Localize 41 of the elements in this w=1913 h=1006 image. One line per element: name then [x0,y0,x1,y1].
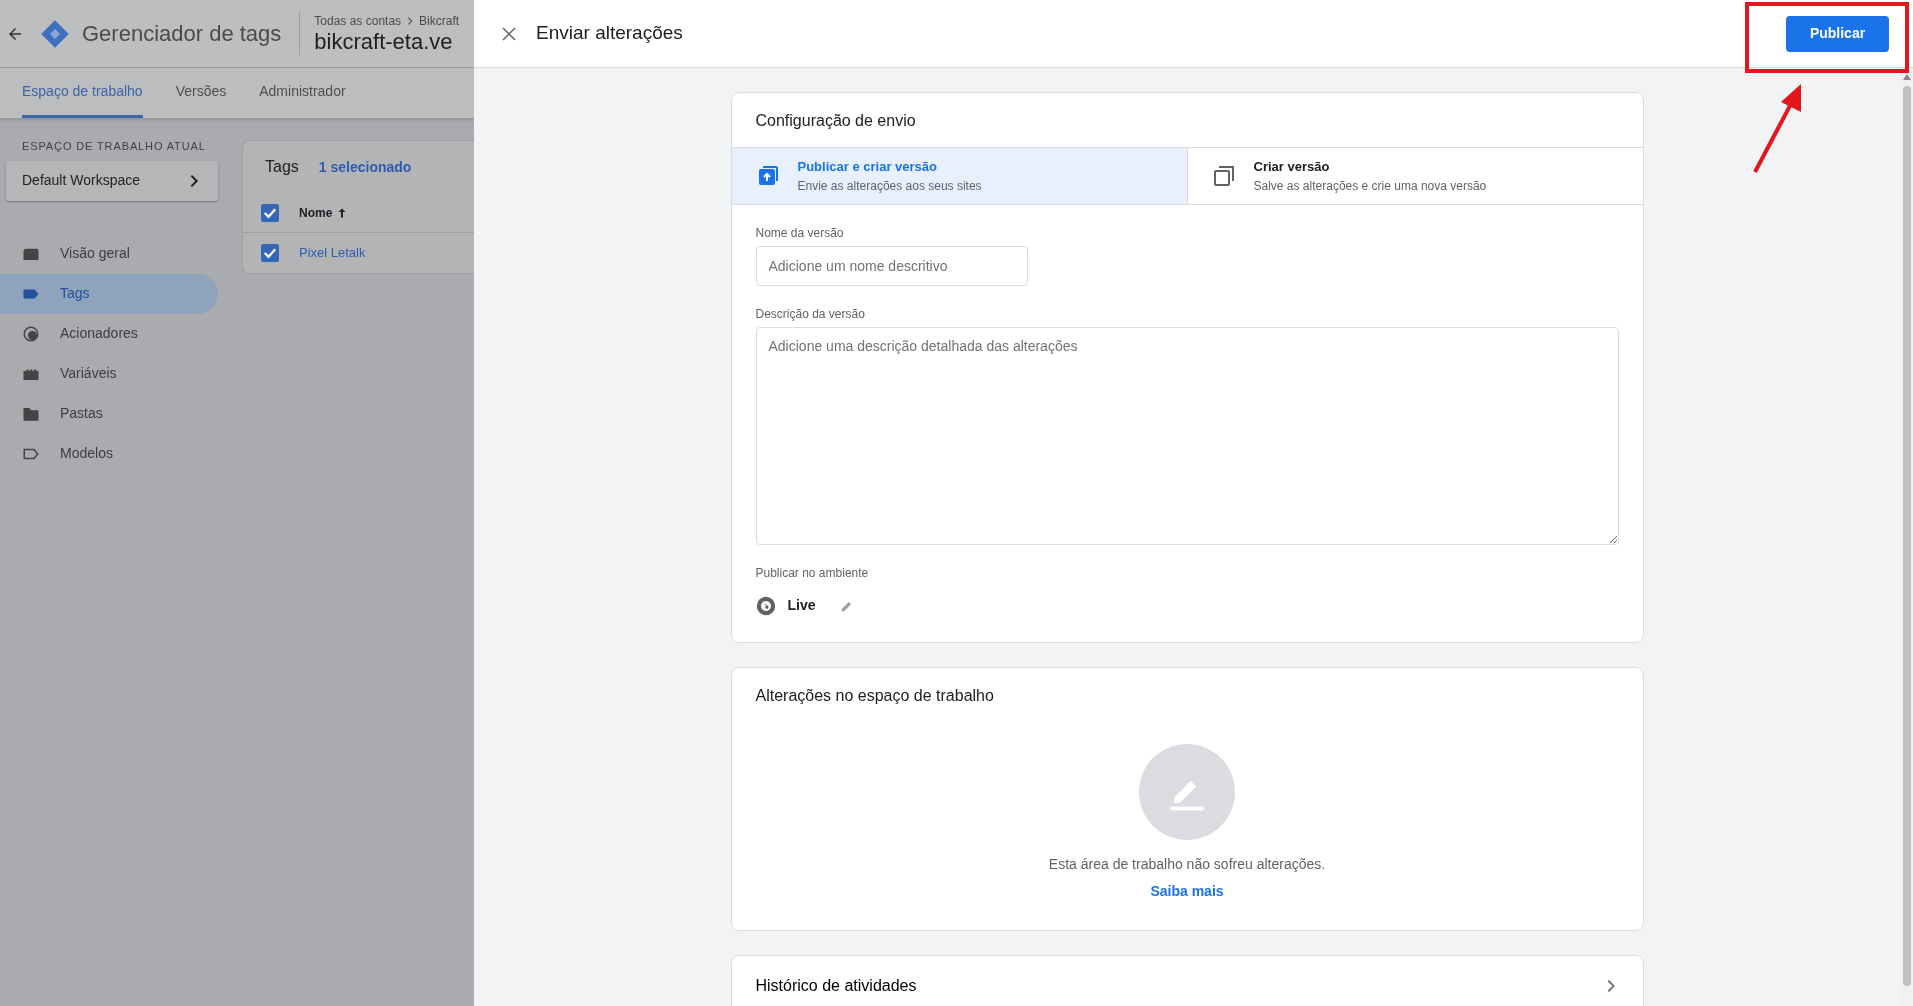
input-field[interactable]: Adicione um nome descritivo [755,246,1028,286]
app-title: Gerenciador de tags [82,20,282,48]
container-name: bikcraft-eta.ve [314,30,454,55]
card-title: Configuração de envio [754,111,917,131]
nav-tab[interactable]: Versões [175,68,227,118]
textarea-field[interactable]: Adicione uma descrição detalhada das alterações [755,327,1619,545]
nav-tab[interactable]: Administrador [259,68,346,118]
close-icon [500,24,518,43]
diamond-logo-icon [40,18,70,49]
submission-option[interactable]: Publicar e criar versão Envie as alterações aos seus sites [731,148,1187,204]
sidebar-item[interactable]: Acionadores [0,313,218,354]
sidebar-item[interactable]: Modelos [0,433,218,474]
selection-count: 1 selecionado [318,157,412,177]
column-header[interactable]: Nome [299,203,349,222]
checkbox[interactable] [261,203,279,222]
sidebar-item[interactable]: Tags [0,273,218,314]
sidebar-item[interactable]: Visão geral [0,233,218,274]
panel-title: Tags [265,157,299,177]
environment-name: Live [787,596,816,615]
field-label: Descrição da versão [755,306,866,323]
dialog-title: Enviar alterações [536,21,683,46]
breadcrumb-link[interactable]: Bikcraft [419,12,460,31]
publish-button[interactable]: Publicar [1786,15,1889,52]
tag-link[interactable]: Pixel Letalk [299,243,366,263]
globe-icon [755,595,776,616]
workspace-selector[interactable]: Default Workspace [6,160,218,201]
copy-stack-icon [1211,164,1236,188]
breadcrumb-link[interactable]: Todas as contas [314,12,402,31]
sidebar-item[interactable]: Pastas [0,393,218,434]
learn-more-link[interactable]: Saiba mais [1150,881,1224,902]
field-label: Nome da versão [755,225,845,242]
sidebar-item[interactable]: Variáveis [0,353,218,394]
workspace-heading: ESPAÇO DE TRABALHO ATUAL [22,139,207,154]
card-title: Alterações no espaço de trabalho [754,686,995,706]
checkbox[interactable] [261,244,279,262]
empty-message: Esta área de trabalho não sofreu alterações. [1048,855,1326,874]
nav-tab[interactable]: Espaço de trabalho [22,68,143,118]
field-label: Publicar no ambiente [755,565,870,582]
close-button[interactable] [500,24,518,43]
target-icon [22,324,40,343]
scroll-up-arrow-icon[interactable] [1902,74,1911,80]
